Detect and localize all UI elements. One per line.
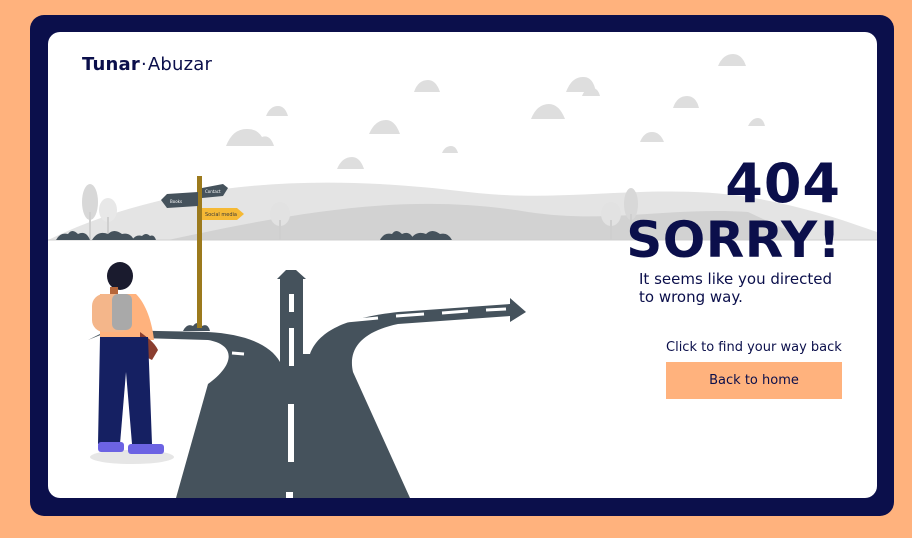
brand-name-bold: Tunar — [82, 54, 140, 75]
brand-separator: · — [140, 54, 147, 75]
brand-logo[interactable]: Tunar·Abuzar — [82, 54, 212, 75]
error-card: Books Contact Social media Tunar·Abuzar … — [48, 32, 877, 498]
traveler-figure — [90, 262, 174, 464]
error-headline: SORRY! — [626, 211, 841, 269]
back-to-home-button[interactable]: Back to home — [666, 362, 842, 399]
sign-contact-label: Contact — [205, 189, 221, 194]
clouds — [226, 54, 765, 169]
sign-books-label: Books — [170, 199, 182, 204]
road — [88, 270, 526, 498]
back-hint: Click to find your way back — [666, 340, 842, 355]
error-message: It seems like you directed to wrong way. — [639, 270, 859, 306]
error-message-line2: to wrong way. — [639, 288, 743, 306]
error-message-line1: It seems like you directed — [639, 270, 832, 288]
brand-name-light: Abuzar — [147, 54, 213, 75]
error-heading-block: 404 SORRY! — [626, 152, 841, 269]
error-code: 404 — [725, 152, 841, 215]
sign-social-media-label: Social media — [205, 212, 237, 218]
